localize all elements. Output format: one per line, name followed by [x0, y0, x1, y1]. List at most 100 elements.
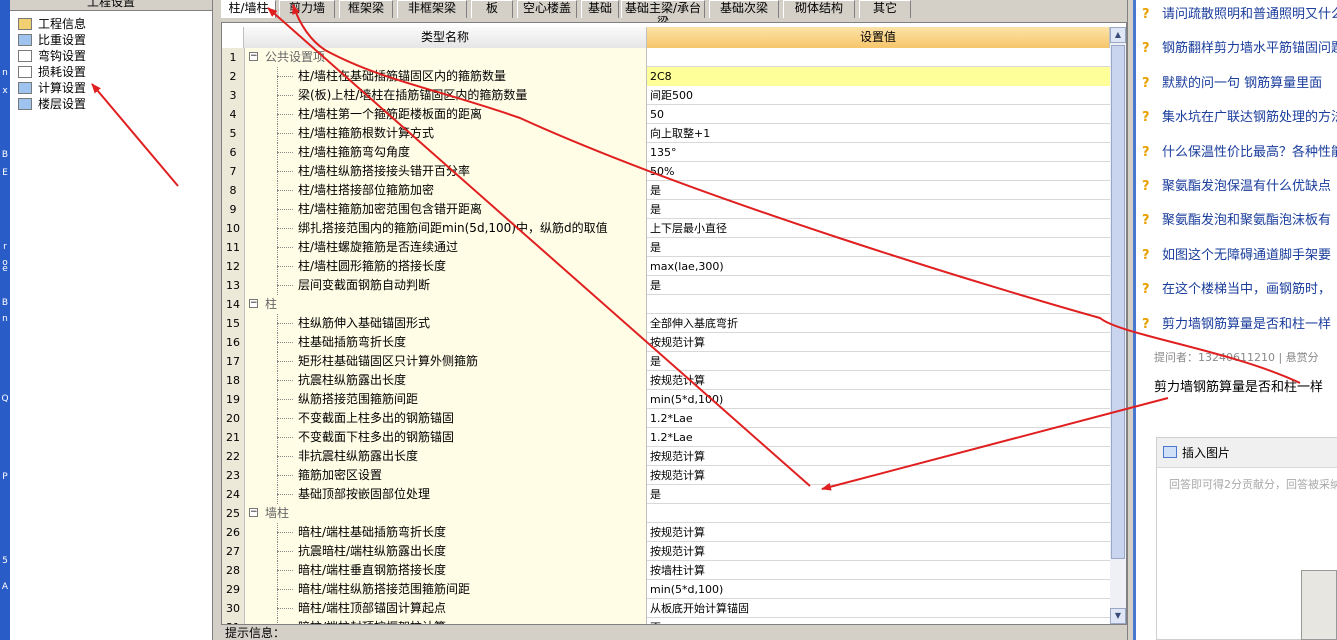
tree-item[interactable]: 弯钩设置: [18, 48, 86, 64]
group-row[interactable]: 25− 墙柱: [222, 504, 1110, 523]
setting-value-cell[interactable]: 向上取整+1: [647, 124, 1110, 143]
question-link[interactable]: ? 如图这个无障碍通道脚手架要: [1142, 246, 1331, 266]
setting-value-cell[interactable]: 是: [647, 238, 1110, 257]
setting-value-header[interactable]: 设置值: [647, 27, 1110, 48]
setting-value-cell[interactable]: max(lae,300): [647, 257, 1110, 276]
type-name-header[interactable]: 类型名称: [244, 27, 647, 48]
setting-value-cell[interactable]: [647, 48, 1110, 67]
splitter[interactable]: [213, 0, 221, 640]
collapse-icon[interactable]: −: [249, 52, 258, 61]
setting-row[interactable]: 13 层间变截面钢筋自动判断 是: [222, 276, 1110, 295]
collapse-icon[interactable]: −: [249, 508, 258, 517]
setting-row[interactable]: 29 暗柱/端柱纵筋搭接范围箍筋间距 min(5*d,100): [222, 580, 1110, 599]
setting-row[interactable]: 15 柱纵筋伸入基础锚固形式 全部伸入基底弯折: [222, 314, 1110, 333]
setting-value-cell[interactable]: 从板底开始计算锚固: [647, 599, 1110, 618]
setting-row[interactable]: 20 不变截面上柱多出的钢筋锚固 1.2*Lae: [222, 409, 1110, 428]
tab[interactable]: 板: [471, 0, 513, 18]
tab[interactable]: 基础主梁/承台梁: [621, 0, 705, 29]
setting-row[interactable]: 3 梁(板)上柱/墙柱在插筋锚固区内的箍筋数量 间距500: [222, 86, 1110, 105]
tree-item[interactable]: 计算设置: [18, 80, 86, 96]
setting-row[interactable]: 24 基础顶部按嵌固部位处理 是: [222, 485, 1110, 504]
setting-row[interactable]: 10 绑扎搭接范围内的箍筋间距min(5d,100)中，纵筋d的取值 上下层最小直径: [222, 219, 1110, 238]
setting-value-cell[interactable]: 按规范计算: [647, 333, 1110, 352]
setting-value-cell[interactable]: 否: [647, 618, 1110, 624]
tree-item[interactable]: 楼层设置: [18, 96, 86, 112]
setting-value-cell[interactable]: 上下层最小直径: [647, 219, 1110, 238]
setting-row[interactable]: 7 柱/墙柱纵筋搭接接头错开百分率 50%: [222, 162, 1110, 181]
tab[interactable]: 柱/墙柱: [221, 0, 276, 18]
question-link[interactable]: ? 钢筋翻样剪力墙水平筋锚固问题: [1142, 39, 1337, 59]
tree-item[interactable]: 比重设置: [18, 32, 86, 48]
setting-row[interactable]: 16 柱基础插筋弯折长度 按规范计算: [222, 333, 1110, 352]
setting-row[interactable]: 9 柱/墙柱箍筋加密范围包含错开距离 是: [222, 200, 1110, 219]
setting-row[interactable]: 30 暗柱/端柱顶部锚固计算起点 从板底开始计算锚固: [222, 599, 1110, 618]
setting-row[interactable]: 4 柱/墙柱第一个箍筋距楼板面的距离 50: [222, 105, 1110, 124]
setting-row[interactable]: 8 柱/墙柱搭接部位箍筋加密 是: [222, 181, 1110, 200]
picture-icon[interactable]: [1163, 446, 1177, 458]
setting-value-cell[interactable]: [647, 295, 1110, 314]
setting-value-cell[interactable]: 是: [647, 352, 1110, 371]
scroll-down-icon[interactable]: ▼: [1110, 608, 1126, 624]
setting-row[interactable]: 26 暗柱/端柱基础插筋弯折长度 按规范计算: [222, 523, 1110, 542]
setting-row[interactable]: 19 纵筋搭接范围箍筋间距 min(5*d,100): [222, 390, 1110, 409]
question-link[interactable]: ? 什么保温性价比最高？各种性能: [1142, 143, 1337, 163]
setting-row[interactable]: 17 矩形柱基础锚固区只计算外侧箍筋 是: [222, 352, 1110, 371]
tab[interactable]: 砌体结构: [783, 0, 855, 18]
setting-value-cell[interactable]: 2C8: [647, 67, 1110, 86]
group-row[interactable]: 1− 公共设置项: [222, 48, 1110, 67]
setting-value-cell[interactable]: 1.2*Lae: [647, 428, 1110, 447]
setting-value-cell[interactable]: 1.2*Lae: [647, 409, 1110, 428]
tab[interactable]: 其它: [859, 0, 911, 18]
question-link[interactable]: ? 聚氨酯发泡保温有什么优缺点: [1142, 177, 1331, 197]
setting-value-cell[interactable]: min(5*d,100): [647, 390, 1110, 409]
tab[interactable]: 基础次梁: [709, 0, 779, 18]
tab[interactable]: 基础: [581, 0, 619, 18]
tree-item[interactable]: 损耗设置: [18, 64, 86, 80]
setting-value-cell[interactable]: [647, 504, 1110, 523]
setting-row[interactable]: 28 暗柱/端柱垂直钢筋搭接长度 按墙柱计算: [222, 561, 1110, 580]
setting-value-cell[interactable]: 135°: [647, 143, 1110, 162]
setting-value-cell[interactable]: 按规范计算: [647, 447, 1110, 466]
setting-value-cell[interactable]: 是: [647, 181, 1110, 200]
setting-value-cell[interactable]: 按规范计算: [647, 542, 1110, 561]
tab[interactable]: 剪力墙: [279, 0, 335, 18]
setting-value-cell[interactable]: 是: [647, 200, 1110, 219]
question-link[interactable]: ? 在这个楼梯当中，画钢筋时，: [1142, 280, 1331, 300]
scroll-up-icon[interactable]: ▲: [1110, 27, 1126, 43]
setting-value-cell[interactable]: min(5*d,100): [647, 580, 1110, 599]
scroll-thumb[interactable]: [1111, 45, 1125, 559]
setting-row[interactable]: 5 柱/墙柱箍筋根数计算方式 向上取整+1: [222, 124, 1110, 143]
tab[interactable]: 空心楼盖: [517, 0, 577, 18]
question-link[interactable]: ? 默默的问一句 钢筋算量里面: [1142, 74, 1322, 94]
setting-value-cell[interactable]: 间距500: [647, 86, 1110, 105]
setting-row[interactable]: 2 柱/墙柱在基础插筋锚固区内的箍筋数量 2C8: [222, 67, 1110, 86]
collapse-icon[interactable]: −: [249, 299, 258, 308]
setting-row[interactable]: 23 箍筋加密区设置 按规范计算: [222, 466, 1110, 485]
question-link[interactable]: ? 剪力墙钢筋算量是否和柱一样: [1142, 315, 1331, 335]
question-link[interactable]: ? 集水坑在广联达钢筋处理的方法: [1142, 108, 1337, 128]
setting-value-cell[interactable]: 50%: [647, 162, 1110, 181]
setting-value-cell[interactable]: 50: [647, 105, 1110, 124]
setting-row[interactable]: 22 非抗震柱纵筋露出长度 按规范计算: [222, 447, 1110, 466]
question-link[interactable]: ? 聚氨酯发泡和聚氨酯泡沫板有: [1142, 211, 1331, 231]
setting-row[interactable]: 18 抗震柱纵筋露出长度 按规范计算: [222, 371, 1110, 390]
setting-value-cell[interactable]: 全部伸入基底弯折: [647, 314, 1110, 333]
setting-row[interactable]: 11 柱/墙柱螺旋箍筋是否连续通过 是: [222, 238, 1110, 257]
setting-row[interactable]: 12 柱/墙柱圆形箍筋的搭接长度 max(lae,300): [222, 257, 1110, 276]
tab[interactable]: 非框架梁: [397, 0, 467, 18]
setting-value-cell[interactable]: 按规范计算: [647, 466, 1110, 485]
setting-value-cell[interactable]: 是: [647, 485, 1110, 504]
setting-row[interactable]: 27 抗震暗柱/端柱纵筋露出长度 按规范计算: [222, 542, 1110, 561]
question-link[interactable]: ? 请问疏散照明和普通照明又什么: [1142, 5, 1337, 25]
setting-value-cell[interactable]: 是: [647, 276, 1110, 295]
setting-row[interactable]: 21 不变截面下柱多出的钢筋锚固 1.2*Lae: [222, 428, 1110, 447]
tree-item[interactable]: 工程信息: [18, 16, 86, 32]
setting-value-cell[interactable]: 按规范计算: [647, 523, 1110, 542]
setting-row[interactable]: 31 暗柱/端柱封顶按框架柱计算 否: [222, 618, 1110, 624]
setting-value-cell[interactable]: 按规范计算: [647, 371, 1110, 390]
setting-row[interactable]: 6 柱/墙柱箍筋弯勾角度 135°: [222, 143, 1110, 162]
vertical-scrollbar[interactable]: ▲ ▼: [1110, 27, 1126, 624]
tab[interactable]: 框架梁: [339, 0, 393, 18]
setting-value-cell[interactable]: 按墙柱计算: [647, 561, 1110, 580]
insert-image-button[interactable]: 插入图片: [1182, 446, 1230, 460]
